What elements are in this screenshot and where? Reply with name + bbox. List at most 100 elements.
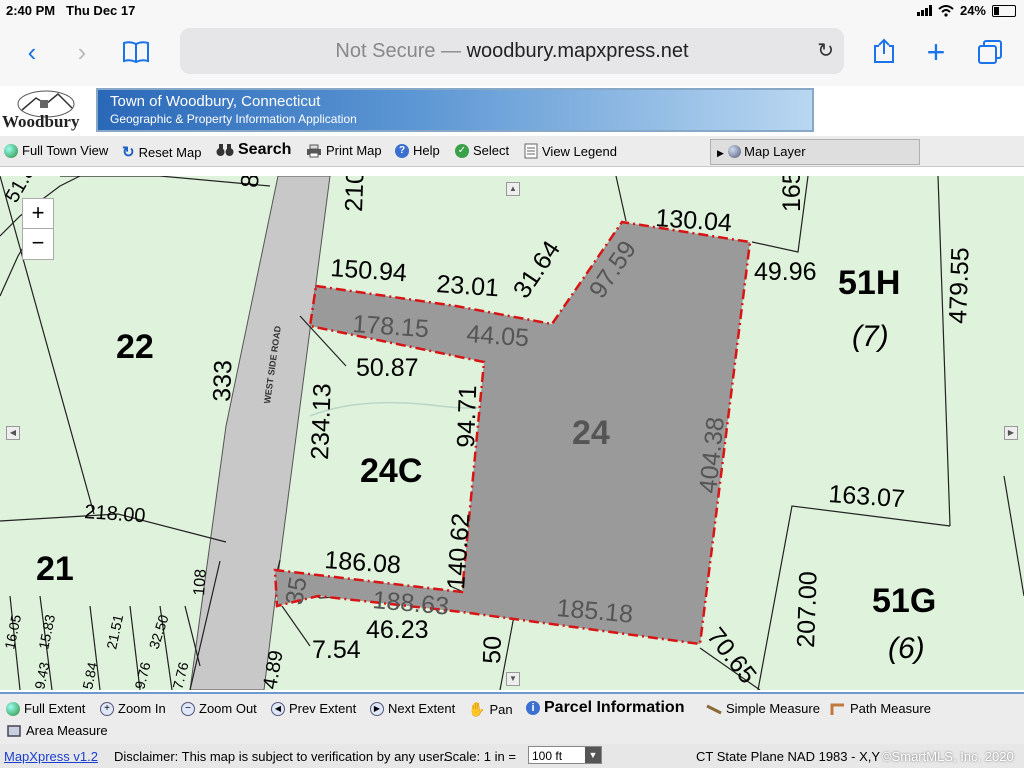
select-button[interactable]: ✓ Select	[455, 143, 509, 158]
help-label: Help	[413, 143, 440, 158]
parcel-label-22[interactable]: 22	[116, 328, 154, 366]
scale-label: Scale: 1 in =	[444, 749, 516, 764]
tabs-icon[interactable]	[972, 34, 1008, 70]
zoom-out-tool-button[interactable]: − Zoom Out	[181, 701, 257, 716]
next-extent-button[interactable]: ▶ Next Extent	[370, 701, 455, 716]
dim-label: 186.08	[324, 546, 402, 579]
pan-tool-button[interactable]: ✋ Pan	[468, 701, 513, 718]
parcel-information-button[interactable]: i Parcel Information	[526, 699, 684, 717]
pan-down-icon[interactable]: ▼	[506, 672, 520, 686]
dim-label: 479.55	[944, 247, 975, 324]
chevron-left-icon[interactable]: ‹	[14, 34, 50, 70]
plus-icon[interactable]: +	[918, 34, 954, 70]
wifi-icon	[938, 4, 954, 17]
chevron-down-icon: ▼	[585, 747, 601, 763]
caret-right-icon: ▶	[717, 148, 724, 158]
reset-map-button[interactable]: ↻ Reset Map	[122, 143, 201, 161]
pan-label: Pan	[489, 702, 513, 717]
parcel-label-21[interactable]: 21	[36, 550, 74, 588]
next-extent-icon: ▶	[370, 701, 384, 716]
reset-map-label: Reset Map	[138, 144, 202, 160]
area-measure-label: Area Measure	[26, 723, 108, 738]
dim-label: 333	[208, 360, 237, 403]
pan-left-icon[interactable]: ◀	[6, 426, 20, 440]
map-layer-dropdown[interactable]: ▶ Map Layer	[710, 139, 920, 165]
parcel-sublabel-51h: (7)	[852, 320, 889, 353]
share-icon[interactable]	[866, 34, 902, 70]
security-label: Not Secure	[335, 40, 436, 62]
scale-select[interactable]: 100 ft ▼	[528, 746, 602, 764]
reload-icon[interactable]: ↻	[817, 28, 834, 74]
dim-label: 218.00	[84, 501, 147, 527]
parcel-map[interactable]: 24 24C 22 21 51H 51G (7) (6) WEST SIDE R…	[0, 176, 1024, 690]
map-canvas[interactable]: 24 24C 22 21 51H 51G (7) (6) WEST SIDE R…	[0, 176, 1024, 690]
disclaimer-text: Disclaimer: This map is subject to verif…	[114, 749, 447, 764]
simple-measure-button[interactable]: Simple Measure	[706, 701, 820, 716]
dim-label: 178.15	[352, 310, 430, 343]
projection-text: CT State Plane NAD 1983 - X,Y	[696, 749, 881, 764]
signal-icon	[916, 5, 932, 16]
url-separator: —	[441, 40, 462, 62]
status-bar: 2:40 PM Thu Dec 17 24%	[0, 0, 1024, 22]
banner-title: Town of Woodbury, Connecticut	[110, 93, 321, 110]
path-measure-button[interactable]: Path Measure	[830, 701, 931, 716]
dim-label: 7.54	[312, 636, 361, 664]
dim-label: 207.00	[792, 571, 823, 648]
pan-up-icon[interactable]: ▲	[506, 182, 520, 196]
zoom-out-button[interactable]: −	[22, 228, 54, 260]
view-legend-button[interactable]: View Legend	[524, 143, 617, 159]
parcel-label-51g[interactable]: 51G	[872, 582, 936, 620]
search-button[interactable]: Search	[216, 141, 291, 159]
app-header: Woodbury Town of Woodbury, Connecticut G…	[0, 86, 1024, 136]
status-time: 2:40 PM	[6, 3, 56, 18]
parcel-label-51h[interactable]: 51H	[838, 264, 900, 302]
printer-icon	[307, 144, 321, 157]
help-icon: ?	[395, 143, 409, 158]
dim-label: 9.76	[131, 660, 153, 690]
pan-right-icon[interactable]: ▶	[1004, 426, 1018, 440]
zoom-in-tool-button[interactable]: + Zoom In	[100, 701, 166, 716]
full-town-view-button[interactable]: Full Town View	[4, 143, 108, 158]
info-icon: i	[526, 701, 540, 715]
binoculars-icon	[216, 144, 234, 156]
print-map-button[interactable]: Print Map	[306, 143, 382, 158]
dim-label: 150.94	[330, 254, 408, 287]
parcel-information-label: Parcel Information	[544, 699, 685, 716]
battery-icon	[992, 4, 1016, 17]
zoom-in-button[interactable]: +	[22, 198, 54, 230]
hand-icon: ✋	[468, 701, 486, 717]
dim-label: 15.83	[35, 613, 58, 651]
dim-label: 140.62	[442, 512, 475, 590]
book-icon[interactable]	[118, 34, 154, 70]
parcel-label-24[interactable]: 24	[572, 414, 610, 452]
version-link[interactable]: MapXpress v1.2	[4, 749, 98, 764]
tools-toolbar: Full Extent + Zoom In − Zoom Out ◀ Prev …	[0, 692, 1024, 744]
prev-extent-label: Prev Extent	[289, 701, 357, 716]
legend-icon	[524, 143, 538, 159]
area-measure-icon	[7, 724, 21, 737]
select-label: Select	[473, 143, 510, 158]
dim-label: 130.04	[655, 204, 733, 237]
dim-label: 44.05	[466, 320, 530, 352]
full-extent-label: Full Extent	[24, 701, 86, 716]
dim-label: 32.50	[146, 612, 172, 650]
area-measure-button[interactable]: Area Measure	[6, 723, 108, 738]
dim-label: 49.96	[754, 258, 817, 286]
dim-label: 23.01	[436, 270, 500, 302]
address-bar[interactable]: Not Secure — woodbury.mapxpress.net ↻	[180, 28, 844, 74]
prev-extent-icon: ◀	[271, 701, 285, 716]
chevron-right-icon[interactable]: ›	[64, 34, 100, 70]
path-measure-icon	[830, 703, 844, 715]
map-layer-label: Map Layer	[744, 144, 806, 159]
prev-extent-button[interactable]: ◀ Prev Extent	[271, 701, 356, 716]
full-extent-button[interactable]: Full Extent	[6, 701, 85, 716]
dim-label: 35	[280, 575, 312, 607]
parcel-label-24c[interactable]: 24C	[360, 452, 422, 490]
help-button[interactable]: ? Help	[395, 143, 440, 158]
print-map-label: Print Map	[326, 143, 382, 158]
town-logo: Woodbury	[2, 88, 94, 134]
dim-label: 31.64	[508, 236, 566, 304]
map-toolbar: Full Town View ↻ Reset Map Search Print …	[0, 136, 1024, 167]
path-measure-label: Path Measure	[850, 701, 931, 716]
zoom-out-icon: −	[181, 701, 195, 716]
